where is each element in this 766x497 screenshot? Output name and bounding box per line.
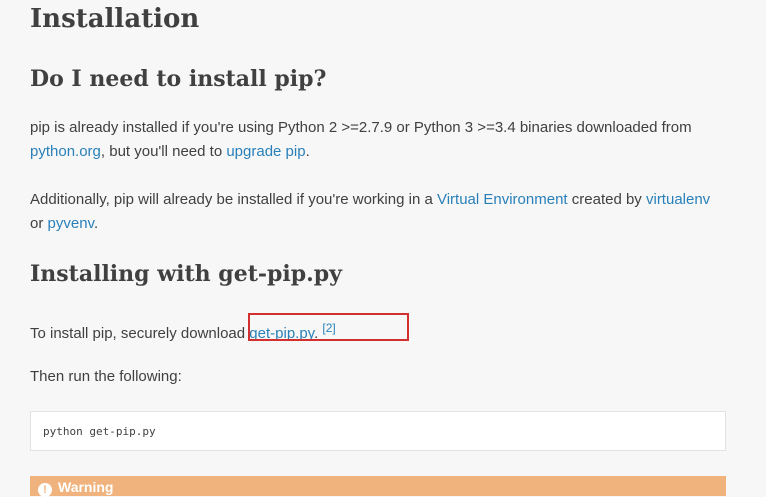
paragraph-virtual-env: Additionally, pip will already be instal…	[30, 188, 726, 236]
highlight-box	[248, 313, 409, 341]
virtualenv-link[interactable]: virtualenv	[646, 191, 710, 208]
warning-title: Warning	[58, 479, 114, 495]
pyvenv-link[interactable]: pyvenv	[48, 215, 94, 232]
paragraph-text: To install pip, securely download	[30, 325, 250, 342]
virtual-environment-link[interactable]: Virtual Environment	[437, 191, 568, 208]
upgrade-pip-link[interactable]: upgrade pip	[226, 143, 305, 160]
code-block: python get-pip.py	[30, 411, 726, 451]
paragraph-text: .	[93, 215, 99, 232]
paragraph-text: .	[305, 143, 310, 160]
page-title: Installation	[30, 4, 200, 34]
paragraph-text: or	[30, 215, 48, 232]
paragraph-text: pip is already installed if you're using…	[30, 119, 692, 136]
paragraph-run-following: Then run the following:	[30, 368, 182, 385]
section-heading-installing-with-get-pip: Installing with get-pip.py	[30, 261, 342, 287]
warning-icon: !	[38, 483, 52, 497]
paragraph-already-installed: pip is already installed if you're using…	[30, 116, 726, 164]
code-line: python get-pip.py	[43, 425, 156, 438]
paragraph-text: Additionally, pip will already be instal…	[30, 191, 437, 208]
python-org-link[interactable]: python.org	[30, 143, 101, 160]
paragraph-text: , but you'll need to	[100, 143, 227, 160]
paragraph-text: created by	[567, 191, 646, 208]
section-heading-do-i-need: Do I need to install pip?	[30, 66, 327, 92]
warning-admonition: ! Warning	[30, 476, 726, 497]
